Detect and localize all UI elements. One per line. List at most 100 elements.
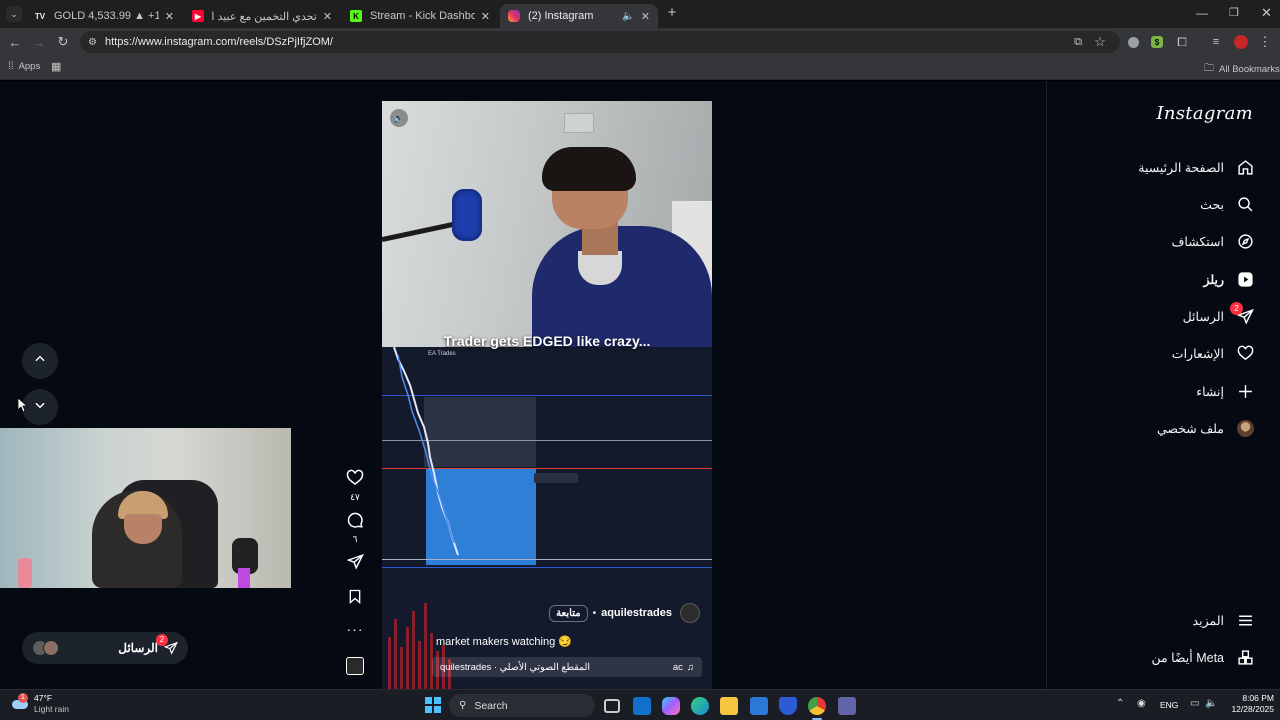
nav-more[interactable]: المزيد: [1193, 608, 1254, 632]
instagram-page: Instagram الصفحة الرئيسية بحث استكشاف ري…: [0, 81, 1280, 689]
menu-icon: [1236, 611, 1254, 629]
search-icon: [1236, 195, 1254, 213]
chrome-icon[interactable]: [808, 697, 826, 715]
clock[interactable]: 8:06 PM 12/28/2025: [1222, 693, 1274, 715]
nav-label: ريلز: [1203, 272, 1224, 287]
meta-apps-icon: [1236, 648, 1254, 666]
show-hidden-icons[interactable]: ⌃: [1116, 698, 1124, 709]
weather-widget[interactable]: 1 47°F Light rain: [10, 693, 69, 715]
webcam-light: [238, 568, 250, 588]
taskbar-search[interactable]: ⚲ Search: [449, 694, 595, 717]
file-explorer-icon[interactable]: [720, 697, 738, 715]
close-window-button[interactable]: ✕: [1261, 5, 1272, 21]
browser-toolbar: ← → ↻ ⚙ https://www.instagram.com/reels/…: [0, 28, 1280, 56]
extension-circle-icon[interactable]: [1125, 28, 1141, 56]
profile-avatar[interactable]: [1233, 28, 1249, 56]
extensions-puzzle-icon[interactable]: ⧠: [1174, 28, 1190, 56]
previous-reel-button[interactable]: [22, 343, 58, 379]
nav-also-from-meta[interactable]: أيضًا من Meta: [1151, 645, 1254, 669]
sidebar-divider: [1046, 81, 1047, 689]
messages-pill[interactable]: الرسائل 2: [22, 632, 188, 664]
url-text[interactable]: https://www.instagram.com/reels/DSzPjIfj…: [105, 36, 333, 48]
nav-reels[interactable]: ريلز: [1203, 267, 1254, 291]
nav-notifications[interactable]: الإشعارات: [1172, 341, 1254, 365]
store-icon[interactable]: [750, 697, 768, 715]
instagram-logo[interactable]: Instagram: [1156, 103, 1253, 124]
apps-label: Apps: [18, 61, 41, 72]
address-bar[interactable]: ⚙ https://www.instagram.com/reels/DSzPjI…: [80, 31, 1120, 53]
volume-icon[interactable]: 🔈: [1205, 698, 1217, 709]
mute-toggle[interactable]: 🔈: [390, 109, 408, 127]
close-icon[interactable]: ✕: [641, 10, 650, 23]
save-button[interactable]: [344, 588, 366, 610]
close-icon[interactable]: ✕: [323, 10, 332, 23]
reel-caption: market makers watching 😏: [436, 636, 572, 648]
restore-button[interactable]: ❐: [1229, 6, 1239, 19]
apps-shortcut[interactable]: ⁞⁞ Apps: [8, 61, 40, 72]
media-control-icon[interactable]: ≡: [1208, 28, 1224, 56]
minimize-button[interactable]: —: [1196, 6, 1208, 20]
site-info-icon[interactable]: ⚙: [88, 37, 97, 48]
reel-username[interactable]: aquilestrades: [601, 607, 672, 619]
notification-badge: 2: [156, 634, 168, 646]
nav-label: الرسائل: [1182, 309, 1224, 324]
tab-strip: ⌄ TV GOLD 4,533.99 ▲ +1.22% Unna ✕ ▶ تحد…: [0, 0, 1280, 28]
weather-temp: 47°F: [34, 693, 53, 703]
nav-create[interactable]: إنشاء: [1196, 379, 1254, 403]
author-avatar[interactable]: [680, 603, 700, 623]
language-indicator[interactable]: ENG: [1160, 700, 1178, 710]
tab-title: (2) Instagram: [528, 10, 594, 22]
start-button[interactable]: [425, 697, 441, 713]
outlook-icon[interactable]: [633, 697, 651, 715]
more-options-button[interactable]: ···: [344, 621, 366, 637]
nav-profile[interactable]: ملف شخصي: [1157, 416, 1254, 440]
nav-search[interactable]: بحث: [1200, 192, 1254, 216]
close-icon[interactable]: ✕: [165, 10, 174, 23]
network-icon[interactable]: ▭: [1190, 698, 1199, 709]
tradingview-icon: TV: [34, 11, 46, 21]
speaker-icon[interactable]: 🔈: [622, 11, 634, 22]
nav-home[interactable]: الصفحة الرئيسية: [1138, 155, 1254, 179]
reel-audio[interactable]: المقطع الصوتي الأصلي · quilestrades ac ♫: [432, 657, 702, 677]
like-button[interactable]: ٤٧: [344, 469, 366, 503]
browser-menu-icon[interactable]: ⋮: [1258, 28, 1272, 56]
reel-video[interactable]: EA Trades 🔈 Trader gets EDGED like crazy…: [382, 101, 712, 689]
nav-label: ملف شخصي: [1156, 421, 1224, 436]
nav-label: أيضًا من Meta: [1151, 650, 1224, 665]
back-arrow-icon[interactable]: ←: [6, 28, 24, 56]
task-view-icon[interactable]: [604, 699, 620, 713]
tab-groups-icon[interactable]: ▦: [51, 60, 61, 73]
follow-button[interactable]: متابعة: [549, 604, 588, 622]
tab-kick[interactable]: K Stream - Kick Dashboard ✕: [342, 4, 498, 28]
copilot-icon[interactable]: [662, 697, 680, 715]
install-app-icon[interactable]: ⧉: [1070, 28, 1086, 56]
share-button[interactable]: [344, 553, 366, 575]
nav-explore[interactable]: استكشاف: [1171, 229, 1254, 253]
tab-search-dropdown[interactable]: ⌄: [6, 6, 22, 22]
microphone: [452, 189, 482, 241]
music-note-icon: ♫: [686, 661, 694, 673]
reload-icon[interactable]: ↻: [54, 28, 72, 56]
security-icon[interactable]: [779, 697, 797, 715]
edge-icon[interactable]: [691, 697, 709, 715]
new-tab-button[interactable]: +: [664, 5, 680, 21]
nav-messages[interactable]: الرسائل 2: [1182, 302, 1254, 328]
audio-thumbnail[interactable]: [346, 657, 364, 675]
tab-instagram[interactable]: (2) Instagram 🔈 ✕: [500, 4, 658, 28]
tray-app-icon[interactable]: ◉: [1137, 698, 1146, 709]
tab-youtube[interactable]: ▶ تحدي التخمين مع عبيد البريطاني ✕: [184, 4, 340, 28]
all-bookmarks[interactable]: 🗀 All Bookmarks: [1204, 61, 1280, 78]
nav-label: استكشاف: [1171, 234, 1224, 249]
comment-icon: [344, 511, 366, 534]
kick-icon: K: [350, 10, 362, 22]
close-icon[interactable]: ✕: [481, 10, 490, 23]
teams-icon[interactable]: [838, 697, 856, 715]
extension-s-icon[interactable]: $: [1149, 28, 1165, 56]
clock-time: 8:06 PM: [1242, 693, 1274, 703]
bookmark-star-icon[interactable]: ☆: [1092, 28, 1108, 56]
apps-grid-icon: ⁞⁞: [8, 61, 14, 72]
comment-button[interactable]: ٦: [344, 511, 366, 545]
tab-tradingview[interactable]: TV GOLD 4,533.99 ▲ +1.22% Unna ✕: [26, 4, 182, 28]
forward-arrow-icon[interactable]: →: [30, 28, 48, 56]
audio-prefix: ac: [672, 661, 683, 673]
